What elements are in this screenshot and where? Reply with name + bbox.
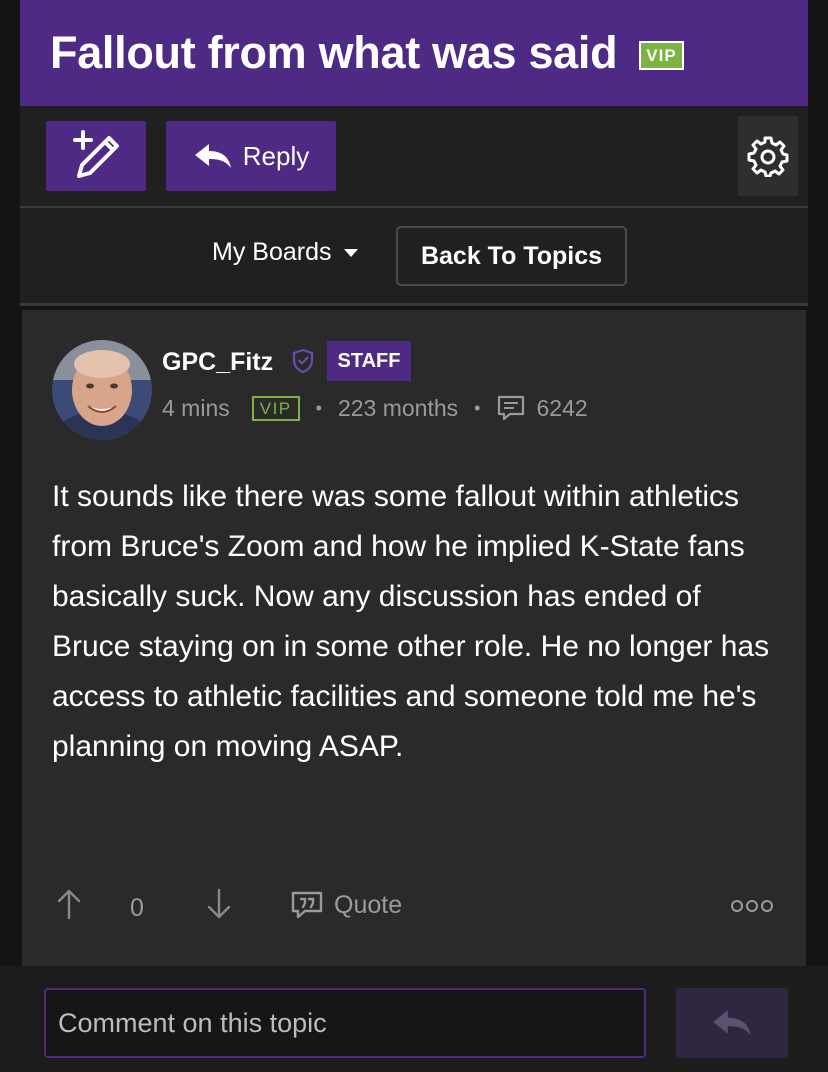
meta-separator: • xyxy=(315,397,322,418)
my-boards-dropdown[interactable]: My Boards xyxy=(212,238,359,267)
author-tenure: 223 months xyxy=(337,394,459,421)
post-time: 4 mins xyxy=(162,394,230,421)
compose-plus-icon xyxy=(73,130,119,178)
settings-button[interactable] xyxy=(738,116,798,196)
quote-icon xyxy=(291,891,323,919)
post-card: GPC_Fitz STAFF 4 mins VIP • 223 months •… xyxy=(22,310,806,966)
author-vip-badge: VIP xyxy=(251,395,300,421)
author-post-count: 6242 xyxy=(496,394,588,422)
back-to-topics-button[interactable]: Back To Topics xyxy=(396,226,627,286)
reply-arrow-icon xyxy=(194,144,231,168)
post-body: It sounds like there was some fallout wi… xyxy=(52,480,770,763)
shield-verified-icon xyxy=(292,348,314,374)
upvote-arrow-icon[interactable] xyxy=(56,888,82,920)
vote-count: 0 xyxy=(130,894,144,922)
post-actions: 0 Quote xyxy=(52,884,782,930)
quote-button[interactable]: Quote xyxy=(290,890,402,920)
new-post-button[interactable] xyxy=(46,121,146,191)
reply-button[interactable]: Reply xyxy=(166,121,336,191)
comment-input[interactable] xyxy=(44,988,646,1058)
board-navigation: My Boards Back To Topics xyxy=(20,208,808,306)
send-comment-button[interactable] xyxy=(676,988,788,1058)
avatar[interactable] xyxy=(52,340,152,440)
topic-toolbar: Reply xyxy=(20,106,808,208)
gear-icon xyxy=(747,136,789,177)
comment-icon xyxy=(498,395,525,421)
vip-badge: VIP xyxy=(639,40,684,70)
staff-badge: STAFF xyxy=(327,341,411,381)
my-boards-label: My Boards xyxy=(212,238,332,266)
topic-title: Fallout from what was said xyxy=(50,27,618,78)
reply-arrow-icon xyxy=(713,1010,751,1036)
topic-header: Fallout from what was said VIP xyxy=(20,0,808,106)
comment-bar xyxy=(0,966,828,1072)
downvote-arrow-icon[interactable] xyxy=(206,888,232,920)
caret-down-icon xyxy=(344,248,359,257)
author-username[interactable]: GPC_Fitz xyxy=(162,348,273,377)
post-meta: 4 mins VIP • 223 months • 6242 xyxy=(162,394,588,422)
post-count-value: 6242 xyxy=(536,394,588,421)
more-options-icon[interactable] xyxy=(730,898,774,914)
reply-label: Reply xyxy=(242,140,310,171)
topic-page: Fallout from what was said VIP Reply My … xyxy=(0,0,828,1072)
meta-separator: • xyxy=(474,397,481,418)
quote-label: Quote xyxy=(334,890,403,919)
